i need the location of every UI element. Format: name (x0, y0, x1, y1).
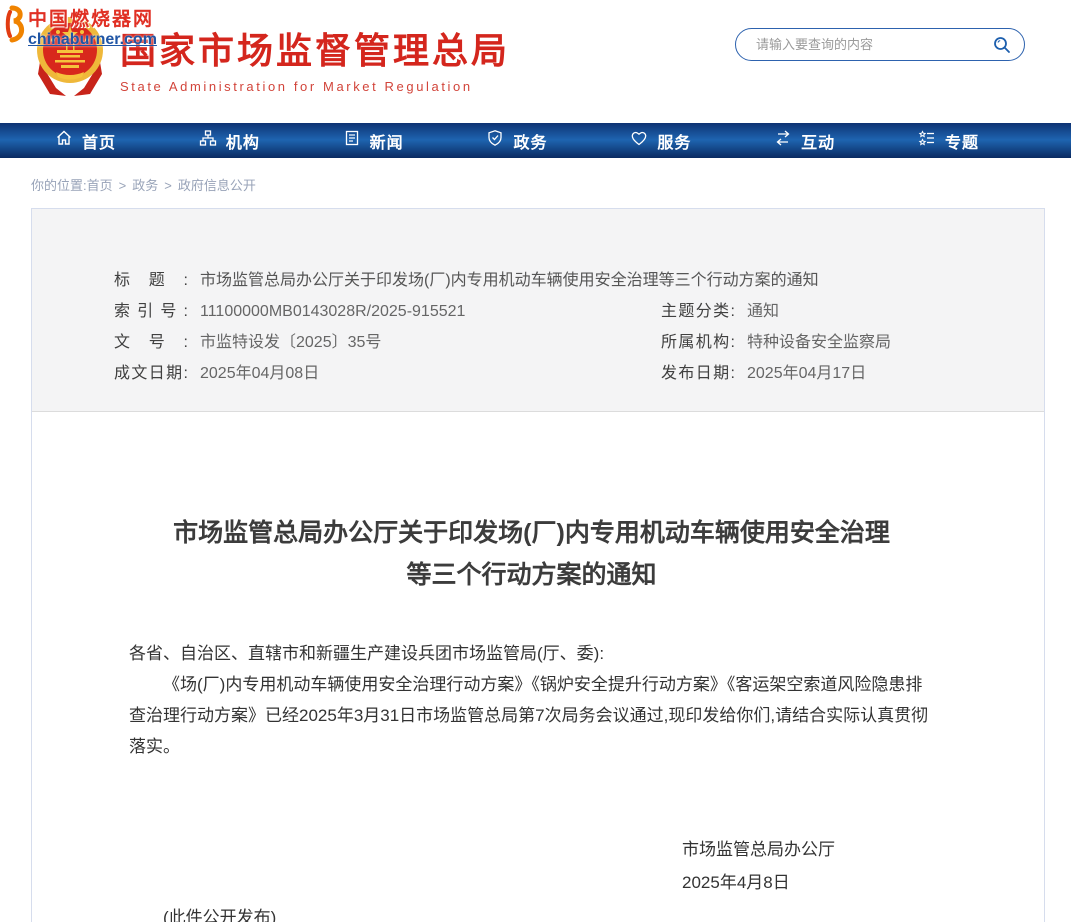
meta-label-category: 主题分类: (661, 296, 735, 327)
watermark-en-text: chinaburner.com (28, 31, 157, 49)
nav-label: 新闻 (370, 129, 404, 153)
nav-item-gov[interactable]: 政务 (486, 129, 547, 153)
breadcrumb-separator: > (164, 178, 172, 193)
document-title: 市场监管总局办公厅关于印发场(厂)内专用机动车辆使用安全治理 等三个行动方案的通… (129, 512, 934, 596)
meta-row: 成文日期: 2025年04月08日 发布日期: 2025年04月17日 (114, 358, 1024, 389)
signer-name: 市场监管总局办公厅 (682, 834, 934, 865)
meta-label-publish-date: 发布日期: (661, 358, 735, 389)
meta-label-written-date: 成文日期: (114, 358, 188, 389)
search-box[interactable] (735, 28, 1025, 61)
search-icon[interactable] (992, 35, 1012, 55)
heart-icon (630, 129, 648, 152)
nav-label: 服务 (657, 129, 691, 153)
meta-value-publish-date: 2025年04月17日 (747, 358, 866, 389)
breadcrumb-link-info-disclosure[interactable]: 政府信息公开 (178, 178, 256, 193)
breadcrumb: 你的位置:首页 > 政务 > 政府信息公开 (31, 175, 1071, 194)
salutation: 各省、自治区、直辖市和新疆生产建设兵团市场监管局(厅、委): (129, 638, 934, 669)
body-paragraph: 《场(厂)内专用机动车辆使用安全治理行动方案》《锅炉安全提升行动方案》《客运架空… (129, 669, 934, 762)
search-input[interactable] (756, 37, 992, 52)
flame-b-logo-icon (2, 4, 26, 52)
nav-item-interact[interactable]: 互动 (774, 129, 835, 153)
meta-value-docnum: 市监特设发〔2025〕35号 (200, 327, 381, 358)
meta-value-category: 通知 (747, 296, 779, 327)
site-title-cn: 国家市场监督管理总局 (120, 22, 510, 74)
shield-icon (486, 129, 504, 152)
meta-label-title: 标题: (114, 265, 188, 296)
meta-row: 索引号: 11100000MB0143028R/2025-915521 主题分类… (114, 296, 1024, 327)
nav-item-service[interactable]: 服务 (630, 129, 691, 153)
nav-label: 政务 (513, 129, 547, 153)
nav-item-home[interactable]: 首页 (55, 129, 116, 153)
nav-item-news[interactable]: 新闻 (343, 129, 404, 153)
meta-label-docnum: 文号: (114, 327, 188, 358)
nav-item-topic[interactable]: 专题 (918, 129, 979, 153)
site-title-en: State Administration for Market Regulati… (120, 79, 510, 94)
star-list-icon (918, 129, 936, 152)
swap-arrows-icon (774, 129, 792, 152)
document-title-line1: 市场监管总局办公厅关于印发场(厂)内专用机动车辆使用安全治理 (129, 512, 934, 554)
site-header: 中国燃烧器网 chinaburner.com 国家市场监督管理总局 State … (0, 0, 1071, 123)
org-chart-icon (199, 129, 217, 152)
breadcrumb-prefix: 你的位置: (31, 178, 87, 193)
document-meta-box: 标题: 市场监管总局办公厅关于印发场(厂)内专用机动车辆使用安全治理等三个行动方… (32, 209, 1044, 412)
meta-value-index: 11100000MB0143028R/2025-915521 (200, 296, 465, 327)
nav-item-org[interactable]: 机构 (199, 129, 260, 153)
watermark-cn-text: 中国燃烧器网 (28, 4, 157, 31)
sign-date: 2025年4月8日 (682, 867, 934, 898)
nav-label: 互动 (801, 129, 835, 153)
signature-block: 市场监管总局办公厅 2025年4月8日 (682, 834, 934, 898)
meta-label-agency: 所属机构: (661, 327, 735, 358)
meta-row-title: 标题: 市场监管总局办公厅关于印发场(厂)内专用机动车辆使用安全治理等三个行动方… (114, 265, 1024, 296)
document-title-line2: 等三个行动方案的通知 (129, 554, 934, 596)
content-panel: 标题: 市场监管总局办公厅关于印发场(厂)内专用机动车辆使用安全治理等三个行动方… (31, 208, 1045, 922)
document-body: 市场监管总局办公厅关于印发场(厂)内专用机动车辆使用安全治理 等三个行动方案的通… (32, 412, 1044, 922)
public-release-note: (此件公开发布) (129, 902, 934, 922)
news-icon (343, 129, 361, 152)
meta-value-agency: 特种设备安全监察局 (747, 327, 891, 358)
breadcrumb-link-gov[interactable]: 政务 (132, 178, 158, 193)
main-nav: 首页 机构 新闻 政务 服务 互动 专题 (0, 123, 1071, 158)
meta-value-title: 市场监管总局办公厅关于印发场(厂)内专用机动车辆使用安全治理等三个行动方案的通知 (200, 265, 819, 296)
home-icon (55, 129, 73, 152)
breadcrumb-link-home[interactable]: 首页 (87, 178, 113, 193)
breadcrumb-separator: > (119, 178, 127, 193)
meta-value-written-date: 2025年04月08日 (200, 358, 319, 389)
nav-label: 专题 (945, 129, 979, 153)
nav-label: 首页 (82, 129, 116, 153)
watermark-logo: 中国燃烧器网 chinaburner.com (2, 4, 157, 52)
meta-label-index: 索引号: (114, 296, 188, 327)
nav-label: 机构 (226, 129, 260, 153)
meta-row: 文号: 市监特设发〔2025〕35号 所属机构: 特种设备安全监察局 (114, 327, 1024, 358)
